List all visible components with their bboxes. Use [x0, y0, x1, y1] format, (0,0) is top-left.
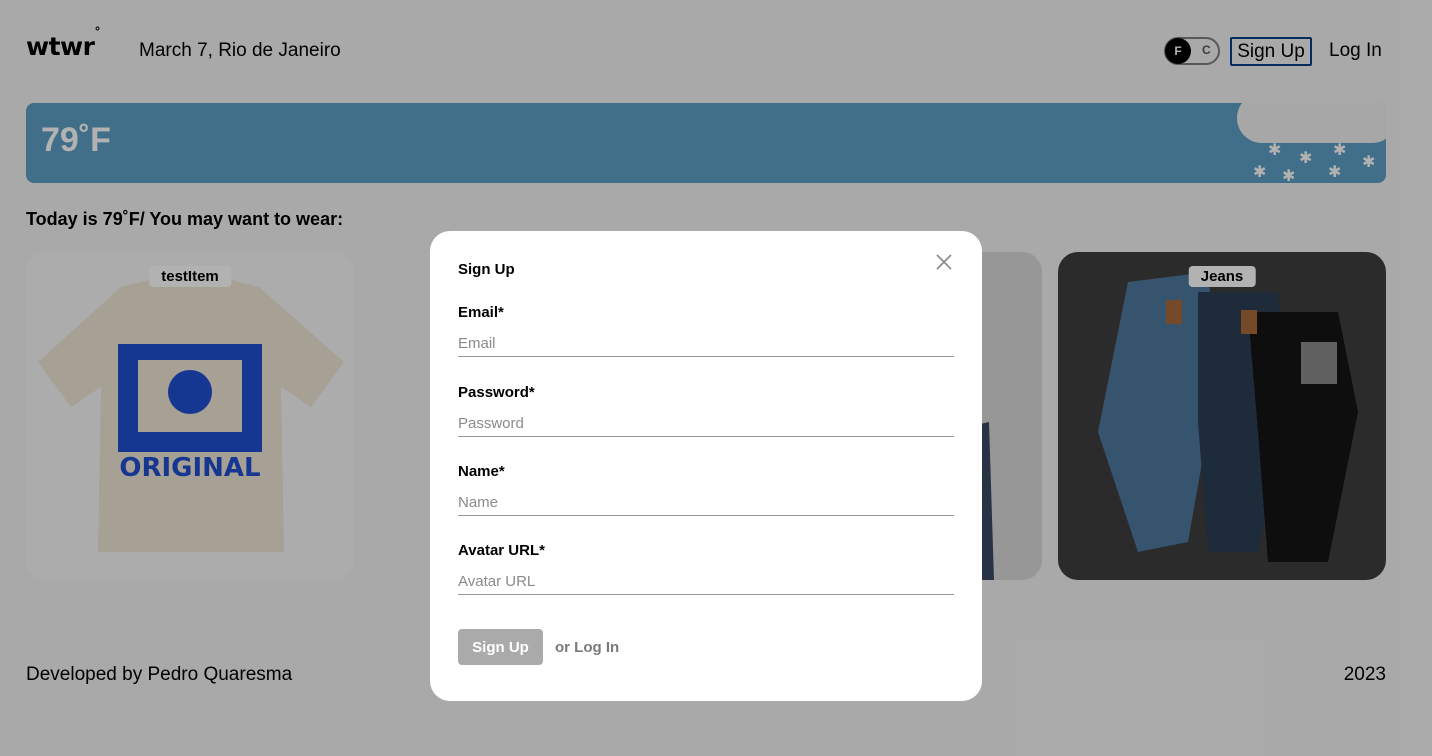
- email-field-group: Email*: [458, 304, 954, 357]
- password-label: Password*: [458, 384, 535, 401]
- switch-to-login-link[interactable]: or Log In: [555, 639, 619, 656]
- modal-title: Sign Up: [458, 261, 515, 278]
- email-label: Email*: [458, 304, 504, 321]
- avatar-url-label: Avatar URL*: [458, 542, 545, 559]
- email-input[interactable]: [458, 331, 954, 357]
- avatar-url-field-group: Avatar URL*: [458, 542, 954, 595]
- name-input[interactable]: [458, 490, 954, 516]
- password-field-group: Password*: [458, 384, 954, 437]
- avatar-url-input[interactable]: [458, 569, 954, 595]
- name-label: Name*: [458, 463, 505, 480]
- name-field-group: Name*: [458, 463, 954, 516]
- password-input[interactable]: [458, 411, 954, 437]
- signup-submit-button[interactable]: Sign Up: [458, 629, 543, 665]
- signup-modal: Sign Up Email* Password* Name* Avatar UR…: [430, 231, 982, 701]
- close-icon[interactable]: [934, 252, 954, 272]
